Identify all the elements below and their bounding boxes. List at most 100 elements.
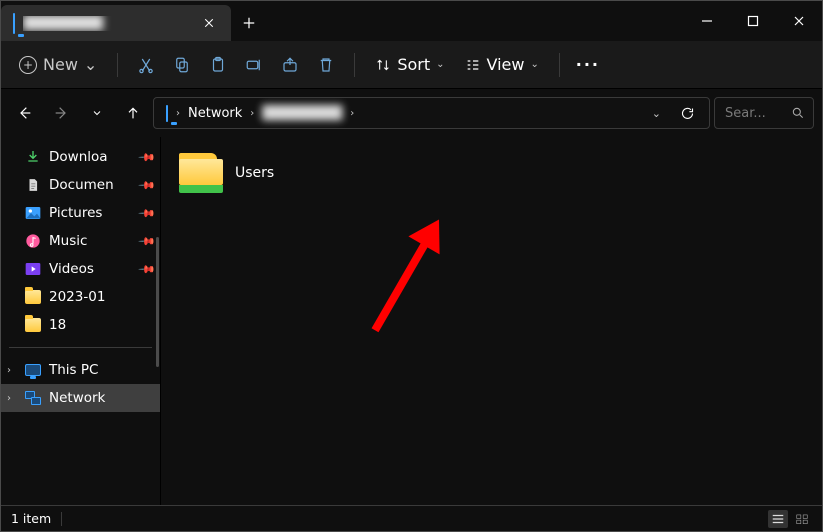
pin-icon: 📌 [138, 148, 157, 167]
chevron-down-icon: ⌄ [530, 59, 538, 70]
chevron-right-icon[interactable]: › [7, 365, 11, 376]
document-icon [25, 177, 41, 193]
sidebar-item-label: Network [49, 390, 105, 406]
chevron-right-icon[interactable]: › [348, 108, 356, 119]
pin-icon: 📌 [138, 176, 157, 195]
minimize-button[interactable] [684, 1, 730, 41]
search-icon [791, 106, 805, 120]
separator [9, 347, 152, 348]
cut-button[interactable] [128, 49, 164, 81]
sidebar-item-label: Pictures [49, 205, 102, 221]
navigation-pane: Downloa 📌 Documen 📌 Pictures 📌 Music 📌 [1, 137, 161, 505]
sort-button-label: Sort [397, 55, 430, 74]
download-icon [25, 149, 41, 165]
status-item-count: 1 item [11, 511, 51, 526]
videos-icon [25, 261, 41, 277]
sidebar-item-music[interactable]: Music 📌 [1, 227, 160, 255]
sidebar-item-folder[interactable]: 2023-01 [1, 283, 160, 311]
view-button-label: View [487, 55, 525, 74]
sidebar-item-downloads[interactable]: Downloa 📌 [1, 143, 160, 171]
paste-button[interactable] [200, 49, 236, 81]
tab-close-button[interactable] [197, 11, 221, 35]
sidebar-item-label: 2023-01 [49, 289, 105, 305]
plus-circle-icon: + [19, 56, 37, 74]
sidebar-item-this-pc[interactable]: › This PC [1, 356, 160, 384]
separator [117, 53, 118, 77]
chevron-right-icon[interactable]: › [7, 393, 11, 404]
breadcrumb-root[interactable] [160, 102, 174, 125]
more-button[interactable]: ··· [570, 49, 606, 81]
this-pc-icon [25, 362, 41, 378]
sidebar-item-label: Music [49, 233, 87, 249]
breadcrumb-network[interactable]: Network [182, 102, 248, 125]
chevron-right-icon[interactable]: › [248, 108, 256, 119]
search-box[interactable] [714, 97, 814, 129]
address-history-button[interactable]: ⌄ [642, 107, 671, 120]
breadcrumb-host[interactable]: ████████ [256, 102, 348, 125]
view-toggle [768, 510, 812, 528]
address-bar[interactable]: › Network › ████████ › ⌄ [153, 97, 710, 129]
music-icon [25, 233, 41, 249]
separator [559, 53, 560, 77]
chevron-right-icon[interactable]: › [174, 108, 182, 119]
recent-locations-button[interactable] [81, 97, 113, 129]
close-button[interactable] [776, 1, 822, 41]
refresh-button[interactable] [671, 97, 703, 129]
forward-button[interactable] [45, 97, 77, 129]
body: Downloa 📌 Documen 📌 Pictures 📌 Music 📌 [1, 137, 822, 505]
tab-active[interactable]: ████████ [1, 5, 231, 41]
delete-button[interactable] [308, 49, 344, 81]
sidebar-item-documents[interactable]: Documen 📌 [1, 171, 160, 199]
new-tab-button[interactable] [231, 5, 267, 41]
scrollbar-thumb[interactable] [156, 237, 159, 367]
view-button[interactable]: View ⌄ [455, 49, 549, 81]
search-input[interactable] [723, 105, 785, 122]
folder-icon [25, 317, 41, 333]
monitor-icon [166, 106, 168, 121]
view-icon [465, 57, 481, 73]
details-view-button[interactable] [768, 510, 788, 528]
sidebar-item-folder[interactable]: 18 [1, 311, 160, 339]
sort-icon [375, 57, 391, 73]
sort-button[interactable]: Sort ⌄ [365, 49, 454, 81]
back-button[interactable] [9, 97, 41, 129]
sidebar-item-label: 18 [49, 317, 66, 333]
chevron-down-icon: ⌄ [84, 55, 97, 74]
copy-button[interactable] [164, 49, 200, 81]
sidebar-item-label: Documen [49, 177, 114, 193]
content-pane[interactable]: Users [161, 137, 822, 505]
sidebar-item-label: Downloa [49, 149, 108, 165]
item-label: Users [235, 165, 274, 181]
shared-folder-icon [179, 153, 223, 193]
pin-icon: 📌 [138, 232, 157, 251]
share-button[interactable] [272, 49, 308, 81]
up-button[interactable] [117, 97, 149, 129]
sidebar-item-label: Videos [49, 261, 94, 277]
sidebar-item-videos[interactable]: Videos 📌 [1, 255, 160, 283]
item-users-folder[interactable]: Users [179, 153, 359, 193]
command-bar: + New ⌄ Sort ⌄ View ⌄ ··· [1, 41, 822, 89]
rename-button[interactable] [236, 49, 272, 81]
separator [354, 53, 355, 77]
annotation-arrow [372, 242, 429, 333]
nav-bar: › Network › ████████ › ⌄ [1, 89, 822, 137]
large-icons-view-button[interactable] [792, 510, 812, 528]
file-explorer-window: ████████ + New ⌄ [0, 0, 823, 532]
maximize-button[interactable] [730, 1, 776, 41]
status-bar: 1 item [1, 505, 822, 531]
monitor-icon [13, 14, 15, 33]
pin-icon: 📌 [138, 204, 157, 223]
chevron-down-icon: ⌄ [436, 59, 444, 70]
new-button-label: New [43, 55, 78, 74]
separator [61, 512, 62, 526]
window-controls [684, 1, 822, 41]
titlebar: ████████ [1, 1, 822, 41]
pictures-icon [25, 205, 41, 221]
new-button[interactable]: + New ⌄ [9, 49, 107, 81]
sidebar-item-label: This PC [49, 362, 98, 378]
pin-icon: 📌 [138, 260, 157, 279]
tab-title: ████████ [23, 16, 189, 31]
sidebar-item-pictures[interactable]: Pictures 📌 [1, 199, 160, 227]
network-icon [25, 390, 41, 406]
sidebar-item-network[interactable]: › Network [1, 384, 160, 412]
